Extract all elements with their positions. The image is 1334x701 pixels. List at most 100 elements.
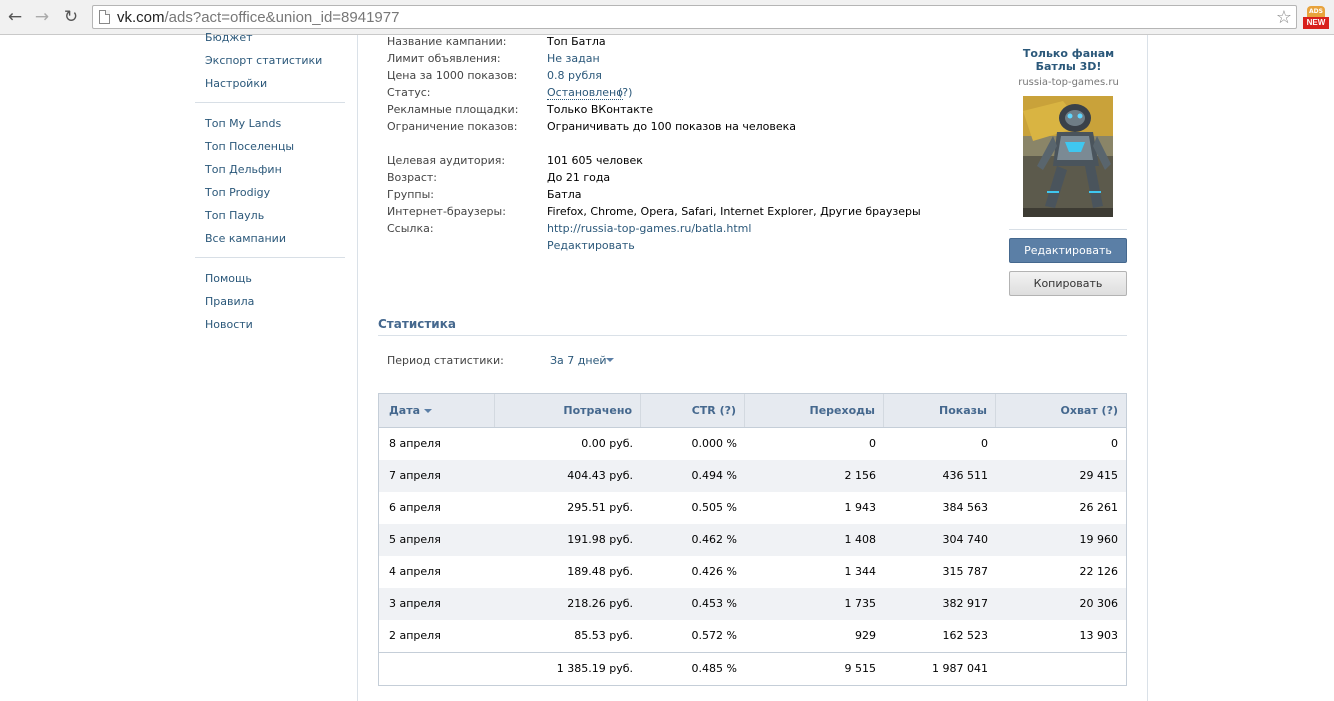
status-help-link[interactable]: (?) — [618, 86, 632, 99]
sidebar-divider — [195, 102, 345, 103]
total-clicks: 9 515 — [844, 662, 877, 675]
cell-ctr: 0.426 % — [691, 565, 737, 578]
campaign-name-value: Топ Батла — [547, 35, 606, 48]
cell-spent: 404.43 руб. — [567, 469, 633, 482]
sidebar-item-top-settlers[interactable]: Топ Поселенцы — [205, 140, 294, 153]
target-link[interactable]: http://russia-top-games.ru/batla.html — [547, 222, 751, 235]
price-value[interactable]: 0.8 рубля — [547, 69, 602, 82]
sidebar-item-top-prodigy[interactable]: Топ Prodigy — [205, 186, 270, 199]
cell-clicks: 1 943 — [844, 501, 877, 514]
ads-new-extension-icon[interactable]: ADS NEW — [1303, 6, 1329, 30]
cell-impressions: 382 917 — [942, 597, 989, 610]
cell-impressions: 436 511 — [942, 469, 989, 482]
table-row: 3 апреля 218.26 руб. 0.453 % 1 735 382 9… — [379, 588, 1126, 620]
total-impressions: 1 987 041 — [932, 662, 988, 675]
ad-divider — [1009, 229, 1127, 230]
period-label: Период статистики: — [387, 354, 504, 367]
column-header-date[interactable]: Дата — [379, 394, 495, 427]
ad-image[interactable] — [1023, 96, 1113, 217]
browsers-value: Firefox, Chrome, Opera, Safari, Internet… — [547, 205, 921, 218]
cell-ctr: 0.572 % — [691, 629, 737, 642]
cell-ctr: 0.505 % — [691, 501, 737, 514]
edit-link[interactable]: Редактировать — [547, 239, 635, 252]
total-reach — [996, 653, 1126, 685]
sort-desc-icon — [424, 409, 433, 413]
cell-reach: 20 306 — [1079, 597, 1119, 610]
age-value: До 21 года — [547, 171, 611, 184]
cell-date: 6 апреля — [389, 501, 441, 514]
sidebar-item-news[interactable]: Новости — [205, 318, 253, 331]
cell-reach: 26 261 — [1079, 501, 1119, 514]
stats-divider — [378, 335, 1127, 336]
sidebar-item-top-my-lands[interactable]: Топ My Lands — [205, 117, 281, 130]
content-border-left — [357, 35, 358, 701]
browser-toolbar: ← → ↻ vk.com/ads?act=office&union_id=894… — [0, 0, 1334, 35]
address-bar[interactable]: vk.com/ads?act=office&union_id=8941977 ☆ — [92, 5, 1297, 29]
sidebar-item-all-campaigns[interactable]: Все кампании — [205, 232, 286, 245]
column-header-reach[interactable]: Охват (?) — [996, 394, 1126, 427]
sidebar-item-export-stats[interactable]: Экспорт статистики — [205, 54, 322, 67]
cell-impressions: 315 787 — [942, 565, 989, 578]
cell-clicks: 0 — [869, 437, 876, 450]
cell-ctr: 0.462 % — [691, 533, 737, 546]
sidebar-item-top-dolphin[interactable]: Топ Дельфин — [205, 163, 282, 176]
cell-spent: 218.26 руб. — [567, 597, 633, 610]
forward-arrow-icon[interactable]: → — [31, 6, 53, 28]
price-label: Цена за 1000 показов: — [387, 69, 518, 82]
cell-clicks: 1 735 — [844, 597, 877, 610]
column-header-impressions[interactable]: Показы — [884, 394, 996, 427]
cell-date: 4 апреля — [389, 565, 441, 578]
cell-reach: 19 960 — [1079, 533, 1119, 546]
period-dropdown[interactable]: За 7 дней — [550, 354, 607, 367]
browsers-label: Интернет-браузеры: — [387, 205, 506, 218]
status-value[interactable]: Остановлено — [547, 86, 623, 100]
table-totals-row: 1 385.19 руб. 0.485 % 9 515 1 987 041 — [379, 652, 1126, 685]
impressions-cap-value: Ограничивать до 100 показов на человека — [547, 120, 797, 133]
ad-limit-label: Лимит объявления: — [387, 52, 501, 65]
bookmark-star-icon[interactable]: ☆ — [1276, 7, 1292, 28]
ad-limit-value[interactable]: Не задан — [547, 52, 600, 65]
link-label: Ссылка: — [387, 222, 434, 235]
cell-clicks: 929 — [855, 629, 876, 642]
age-label: Возраст: — [387, 171, 438, 184]
cell-date — [379, 653, 495, 685]
cell-date: 2 апреля — [389, 629, 441, 642]
table-row: 2 апреля 85.53 руб. 0.572 % 929 162 523 … — [379, 620, 1126, 652]
ad-domain: russia-top-games.ru — [1018, 77, 1119, 88]
copy-ad-button[interactable]: Копировать — [1009, 271, 1127, 296]
column-header-ctr[interactable]: CTR (?) — [641, 394, 745, 427]
content-border-right — [1147, 35, 1148, 701]
sidebar-divider — [195, 257, 345, 258]
audience-value: 101 605 человек — [547, 154, 643, 167]
cell-impressions: 162 523 — [942, 629, 989, 642]
cell-clicks: 2 156 — [844, 469, 877, 482]
total-ctr: 0.485 % — [691, 662, 737, 675]
platforms-value: Только ВКонтакте — [547, 103, 654, 116]
table-row: 7 апреля 404.43 руб. 0.494 % 2 156 436 5… — [379, 460, 1126, 492]
cell-ctr: 0.453 % — [691, 597, 737, 610]
sidebar-item-help[interactable]: Помощь — [205, 272, 252, 285]
reload-icon[interactable]: ↻ — [60, 6, 82, 28]
total-spent: 1 385.19 руб. — [556, 662, 633, 675]
sidebar-item-rules[interactable]: Правила — [205, 295, 254, 308]
cell-reach: 29 415 — [1079, 469, 1119, 482]
campaign-name-label: Название кампании: — [387, 35, 507, 48]
column-header-spent[interactable]: Потрачено — [495, 394, 641, 427]
cell-reach: 0 — [1111, 437, 1118, 450]
status-label: Статус: — [387, 86, 431, 99]
groups-label: Группы: — [387, 188, 434, 201]
cell-spent: 85.53 руб. — [574, 629, 633, 642]
back-arrow-icon[interactable]: ← — [4, 6, 26, 28]
url-text[interactable]: vk.com/ads?act=office&union_id=8941977 — [117, 9, 399, 26]
robot-image — [1023, 96, 1113, 217]
sidebar-item-settings[interactable]: Настройки — [205, 77, 267, 90]
column-header-clicks[interactable]: Переходы — [745, 394, 884, 427]
cell-spent: 0.00 руб. — [581, 437, 633, 450]
ad-title[interactable]: Только фанам Батлы 3D! — [1010, 47, 1127, 73]
table-row: 6 апреля 295.51 руб. 0.505 % 1 943 384 5… — [379, 492, 1126, 524]
sidebar-item-top-paul[interactable]: Топ Пауль — [205, 209, 264, 222]
cell-impressions: 384 563 — [942, 501, 989, 514]
sidebar-item-budget[interactable]: Бюджет — [205, 31, 253, 44]
chevron-down-icon[interactable] — [606, 358, 614, 362]
edit-ad-button[interactable]: Редактировать — [1009, 238, 1127, 263]
